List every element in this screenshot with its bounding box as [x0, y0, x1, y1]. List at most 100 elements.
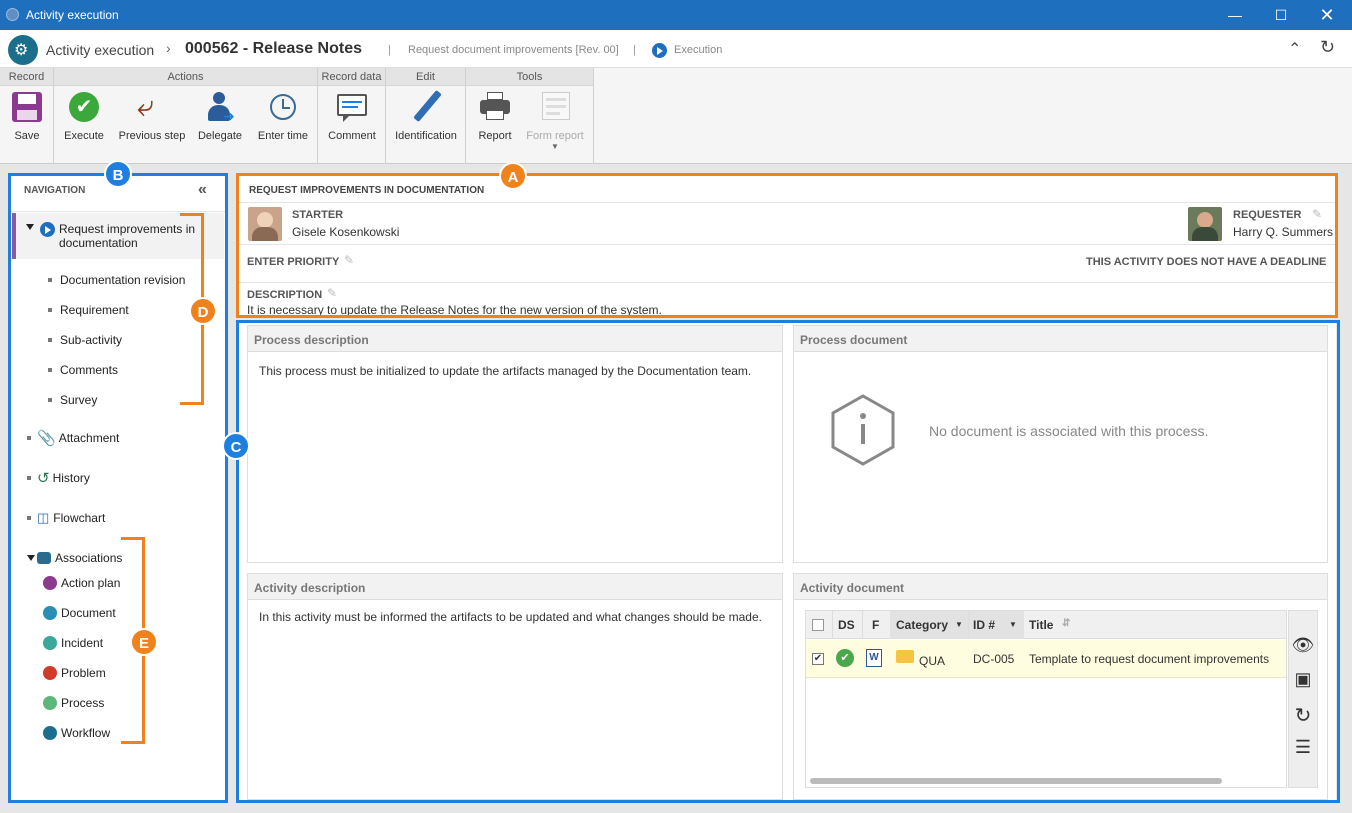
separator: | [388, 44, 391, 56]
collapse-up-icon[interactable]: ⌃ [1288, 39, 1301, 59]
identification-button[interactable]: Identification [392, 89, 460, 142]
nav-item-attachment[interactable]: 📎 Attachment [27, 418, 217, 458]
process-document-panel: Process document No document is associat… [793, 325, 1328, 563]
nav-item-process[interactable]: Process [43, 688, 120, 718]
activity-summary: REQUEST IMPROVEMENTS IN DOCUMENTATION ST… [238, 175, 1336, 317]
group-title: Actions [54, 68, 317, 86]
nav-item-document[interactable]: Document [43, 598, 120, 628]
refresh-icon[interactable]: ↻ [1320, 37, 1335, 58]
nav-item-workflow[interactable]: Workflow [43, 718, 120, 748]
association-items: Action plan Document Incident Problem Pr… [43, 568, 120, 748]
breadcrumb-app[interactable]: Activity execution [46, 42, 154, 58]
column-header-f[interactable]: F [872, 618, 879, 632]
edit-requester-pencil-icon[interactable]: ✎ [1312, 207, 1322, 221]
row-checkbox[interactable]: ✔ [812, 653, 824, 665]
nav-item-flowchart[interactable]: ◫ Flowchart [27, 498, 217, 538]
document-grid: DS F Category ▼ ID # ▼ Title ⇵ ✔ ✔ W QUA… [805, 610, 1287, 788]
description-label: DESCRIPTION [247, 289, 323, 301]
nav-item-label: Action plan [61, 576, 121, 590]
app-logo-icon: ⚙ [8, 35, 38, 65]
edit-priority-pencil-icon[interactable]: ✎ [344, 253, 354, 267]
nav-item-sub-activity[interactable]: Sub-activity [48, 325, 185, 355]
divider [238, 202, 1336, 203]
workflow-icon [43, 726, 57, 740]
nav-item-history[interactable]: ↺ History [27, 458, 217, 498]
associations-icon [37, 552, 51, 564]
close-button[interactable]: ✕ [1304, 0, 1350, 30]
back-arrow-icon: ⤶ [137, 90, 154, 123]
folder-icon [896, 650, 914, 663]
delegate-button[interactable]: ➜ Delegate [194, 90, 246, 142]
group-title: Tools [466, 68, 593, 86]
view-eye-icon[interactable]: 👁 [1291, 635, 1315, 659]
enter-time-button[interactable]: Enter time [254, 90, 312, 142]
grid-header-row: DS F Category ▼ ID # ▼ Title ⇵ [806, 611, 1286, 639]
record-title: 000562 - Release Notes [185, 40, 362, 57]
list-icon[interactable]: ☰ [1291, 737, 1315, 761]
execute-button[interactable]: ✔ Execute [60, 90, 108, 142]
column-header-category[interactable]: Category [896, 618, 948, 632]
nav-item-documentation-revision[interactable]: Documentation revision [48, 265, 185, 295]
nav-item-action-plan[interactable]: Action plan [43, 568, 120, 598]
clock-icon [266, 90, 300, 124]
process-description-panel: Process description This process must be… [247, 325, 783, 563]
nav-item-problem[interactable]: Problem [43, 658, 120, 688]
bullet [27, 476, 31, 480]
activity-play-icon [40, 222, 55, 237]
preview-window-icon[interactable]: ▣ [1291, 669, 1315, 693]
nav-item-label: Sub-activity [60, 333, 123, 347]
nav-item-comments[interactable]: Comments [48, 355, 185, 385]
bullet [48, 308, 52, 312]
caret-down-icon[interactable] [27, 555, 35, 561]
process-description-text: This process must be initialized to upda… [259, 364, 752, 378]
dropdown-arrow-icon[interactable]: ▼ [522, 142, 588, 151]
pencil-icon [409, 89, 443, 124]
refresh-icon[interactable]: ↻ [1291, 703, 1315, 727]
nav-item-requirement[interactable]: Requirement [48, 295, 185, 325]
maximize-button[interactable]: ☐ [1258, 0, 1304, 30]
sort-icon[interactable]: ⇵ [1062, 618, 1070, 629]
process-name: Request document improvements [Rev. 00] [408, 44, 619, 56]
execute-label: Execute [64, 130, 104, 142]
bullet [48, 398, 52, 402]
description-text: It is necessary to update the Release No… [247, 303, 662, 317]
panel-title: Process description [248, 326, 782, 352]
column-header-id[interactable]: ID # [973, 618, 995, 632]
save-button[interactable]: Save [4, 90, 50, 142]
process-icon [43, 696, 57, 710]
column-header-title[interactable]: Title [1029, 618, 1053, 632]
previous-step-button[interactable]: ⤶ Previous step [116, 90, 188, 142]
delegate-user-icon: ➜ [203, 90, 237, 124]
app-icon [6, 8, 19, 21]
nav-item-label: Incident [61, 636, 104, 650]
caret-down-icon[interactable] [26, 224, 34, 230]
identification-label: Identification [395, 130, 457, 142]
select-all-checkbox[interactable] [812, 619, 824, 631]
cell-title: Template to request document improvement… [1029, 652, 1270, 666]
comment-label: Comment [328, 130, 376, 142]
status-badge-icon: ✔ [836, 649, 854, 667]
horizontal-scrollbar[interactable] [810, 778, 1222, 784]
activity-description-text: In this activity must be informed the ar… [259, 610, 762, 624]
table-row[interactable]: ✔ ✔ W QUA DC-005 Template to request doc… [806, 640, 1286, 678]
summary-title: REQUEST IMPROVEMENTS IN DOCUMENTATION [249, 185, 485, 196]
floppy-disk-icon [10, 90, 44, 124]
comment-button[interactable]: Comment [324, 90, 380, 142]
minimize-button[interactable]: — [1212, 0, 1258, 30]
column-header-ds[interactable]: DS [838, 618, 855, 632]
nav-item-label: Workflow [61, 726, 111, 740]
sort-desc-icon[interactable]: ▼ [955, 620, 963, 629]
cell-category: QUA [919, 654, 946, 668]
collapse-panel-icon[interactable]: « [198, 181, 207, 199]
printer-icon [478, 90, 512, 124]
requester-name: Harry Q. Summers [1233, 225, 1334, 239]
nav-item-label: Attachment [58, 431, 120, 445]
ribbon-group-actions: Actions ✔ Execute ⤶ Previous step ➜ Dele… [54, 68, 318, 164]
edit-description-pencil-icon[interactable]: ✎ [327, 286, 337, 300]
ribbon-group-record: Record Save [0, 68, 54, 164]
nav-item-incident[interactable]: Incident [43, 628, 120, 658]
report-button[interactable]: Report [472, 90, 518, 142]
sort-desc-icon[interactable]: ▼ [1009, 620, 1017, 629]
nav-item-survey[interactable]: Survey [48, 385, 185, 415]
form-report-button[interactable]: Form report ▼ [522, 90, 588, 151]
